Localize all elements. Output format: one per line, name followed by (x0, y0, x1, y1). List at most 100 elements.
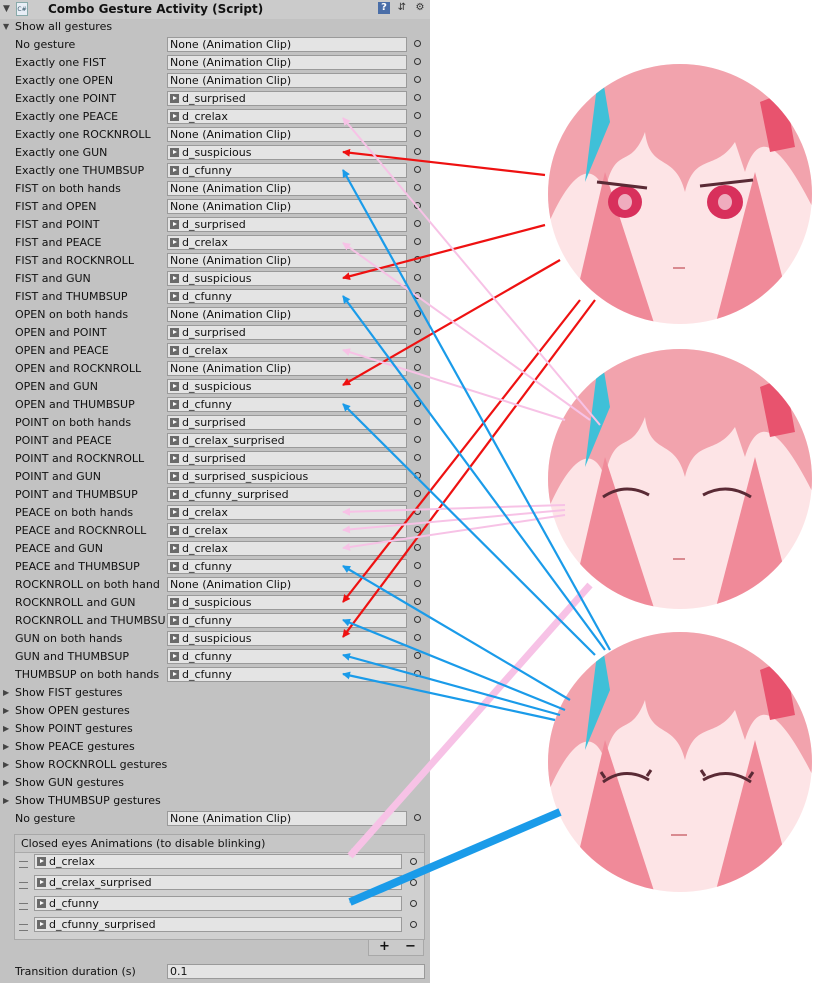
object-picker-icon[interactable] (414, 598, 421, 605)
animation-clip-field[interactable]: None (Animation Clip) (167, 811, 407, 826)
gesture-foldout[interactable]: ▶ Show THUMBSUP gestures (0, 792, 430, 810)
animation-clip-field[interactable]: None (Animation Clip) (167, 55, 407, 70)
animation-clip-field[interactable]: d_cfunny_surprised (34, 917, 402, 932)
object-picker-icon[interactable] (414, 436, 421, 443)
object-picker-icon[interactable] (414, 526, 421, 533)
animation-clip-field[interactable]: d_surprised (167, 415, 407, 430)
object-picker-icon[interactable] (414, 634, 421, 641)
animation-clip-field[interactable]: None (Animation Clip) (167, 361, 407, 376)
object-picker-icon[interactable] (414, 184, 421, 191)
animation-clip-field[interactable]: d_surprised_suspicious (167, 469, 407, 484)
animation-clip-field[interactable]: d_surprised (167, 325, 407, 340)
object-picker-icon[interactable] (410, 921, 417, 928)
object-picker-icon[interactable] (414, 490, 421, 497)
object-picker-icon[interactable] (414, 400, 421, 407)
object-picker-icon[interactable] (414, 274, 421, 281)
object-picker-icon[interactable] (414, 814, 421, 821)
object-picker-icon[interactable] (414, 652, 421, 659)
animation-clip-field[interactable]: None (Animation Clip) (167, 127, 407, 142)
drag-handle-icon[interactable] (19, 882, 28, 889)
gesture-foldout[interactable]: ▶ Show OPEN gestures (0, 702, 430, 720)
animation-clip-field[interactable]: d_crelax (167, 109, 407, 124)
object-picker-icon[interactable] (414, 76, 421, 83)
object-picker-icon[interactable] (414, 562, 421, 569)
add-item-button[interactable]: + (379, 940, 390, 954)
object-picker-icon[interactable] (414, 112, 421, 119)
object-picker-icon[interactable] (414, 202, 421, 209)
animation-clip-field[interactable]: None (Animation Clip) (167, 37, 407, 52)
animation-clip-field[interactable]: d_suspicious (167, 271, 407, 286)
animation-clip-field[interactable]: d_cfunny (34, 896, 402, 911)
object-picker-icon[interactable] (414, 328, 421, 335)
object-picker-icon[interactable] (410, 900, 417, 907)
object-picker-icon[interactable] (414, 58, 421, 65)
animation-clip-field[interactable]: d_surprised (167, 451, 407, 466)
animation-clip-field[interactable]: d_cfunny (167, 667, 407, 682)
gesture-foldout[interactable]: ▶ Show FIST gestures (0, 684, 430, 702)
help-book-icon[interactable]: ? (378, 2, 390, 14)
object-picker-icon[interactable] (414, 418, 421, 425)
transition-duration-field[interactable]: 0.1 (167, 964, 425, 979)
animation-clip-field[interactable]: d_crelax (167, 505, 407, 520)
animation-clip-field[interactable]: d_surprised (167, 91, 407, 106)
object-picker-icon[interactable] (414, 508, 421, 515)
object-picker-icon[interactable] (414, 94, 421, 101)
animation-clip-field[interactable]: d_cfunny (167, 289, 407, 304)
object-picker-icon[interactable] (410, 858, 417, 865)
animation-clip-field[interactable]: d_crelax (34, 854, 402, 869)
component-header[interactable]: ▼ C# Combo Gesture Activity (Script) ? ⇵… (0, 0, 430, 19)
animation-clip-field[interactable]: d_cfunny (167, 163, 407, 178)
gear-icon[interactable]: ⚙ (414, 2, 426, 14)
animation-clip-field[interactable]: None (Animation Clip) (167, 307, 407, 322)
show-all-gestures-foldout[interactable]: ▼ Show all gestures (0, 18, 430, 36)
preset-icon[interactable]: ⇵ (396, 2, 408, 14)
object-picker-icon[interactable] (414, 616, 421, 623)
object-picker-icon[interactable] (414, 310, 421, 317)
gesture-foldout[interactable]: ▶ Show ROCKNROLL gestures (0, 756, 430, 774)
animation-clip-field[interactable]: d_suspicious (167, 145, 407, 160)
animation-clip-field[interactable]: d_suspicious (167, 595, 407, 610)
animation-clip-field[interactable]: d_cfunny (167, 559, 407, 574)
object-picker-icon[interactable] (414, 220, 421, 227)
object-picker-icon[interactable] (414, 256, 421, 263)
animation-clip-field[interactable]: d_crelax (167, 235, 407, 250)
drag-handle-icon[interactable] (19, 903, 28, 910)
animation-clip-field[interactable]: d_crelax (167, 343, 407, 358)
animation-clip-field[interactable]: d_crelax (167, 523, 407, 538)
object-picker-icon[interactable] (414, 130, 421, 137)
animation-clip-field[interactable]: d_cfunny_surprised (167, 487, 407, 502)
object-picker-icon[interactable] (414, 580, 421, 587)
component-foldout-arrow-icon[interactable]: ▼ (3, 4, 10, 14)
gesture-foldout[interactable]: ▶ Show POINT gestures (0, 720, 430, 738)
object-picker-icon[interactable] (414, 670, 421, 677)
object-picker-icon[interactable] (414, 292, 421, 299)
object-picker-icon[interactable] (414, 148, 421, 155)
remove-item-button[interactable]: − (405, 940, 416, 954)
object-picker-icon[interactable] (414, 166, 421, 173)
animation-clip-field[interactable]: d_cfunny (167, 397, 407, 412)
object-picker-icon[interactable] (414, 238, 421, 245)
animation-clip-field[interactable]: None (Animation Clip) (167, 73, 407, 88)
animation-clip-field[interactable]: None (Animation Clip) (167, 577, 407, 592)
object-picker-icon[interactable] (414, 364, 421, 371)
animation-clip-field[interactable]: d_suspicious (167, 379, 407, 394)
animation-clip-field[interactable]: None (Animation Clip) (167, 253, 407, 268)
object-picker-icon[interactable] (414, 40, 421, 47)
animation-clip-field[interactable]: None (Animation Clip) (167, 181, 407, 196)
object-picker-icon[interactable] (414, 382, 421, 389)
object-picker-icon[interactable] (410, 879, 417, 886)
animation-clip-field[interactable]: None (Animation Clip) (167, 199, 407, 214)
drag-handle-icon[interactable] (19, 924, 28, 931)
animation-clip-field[interactable]: d_crelax (167, 541, 407, 556)
object-picker-icon[interactable] (414, 472, 421, 479)
animation-clip-field[interactable]: d_surprised (167, 217, 407, 232)
animation-clip-field[interactable]: d_cfunny (167, 649, 407, 664)
drag-handle-icon[interactable] (19, 861, 28, 868)
gesture-foldout[interactable]: ▶ Show PEACE gestures (0, 738, 430, 756)
object-picker-icon[interactable] (414, 544, 421, 551)
animation-clip-field[interactable]: d_cfunny (167, 613, 407, 628)
object-picker-icon[interactable] (414, 346, 421, 353)
gesture-foldout[interactable]: ▶ Show GUN gestures (0, 774, 430, 792)
animation-clip-field[interactable]: d_crelax_surprised (167, 433, 407, 448)
animation-clip-field[interactable]: d_crelax_surprised (34, 875, 402, 890)
